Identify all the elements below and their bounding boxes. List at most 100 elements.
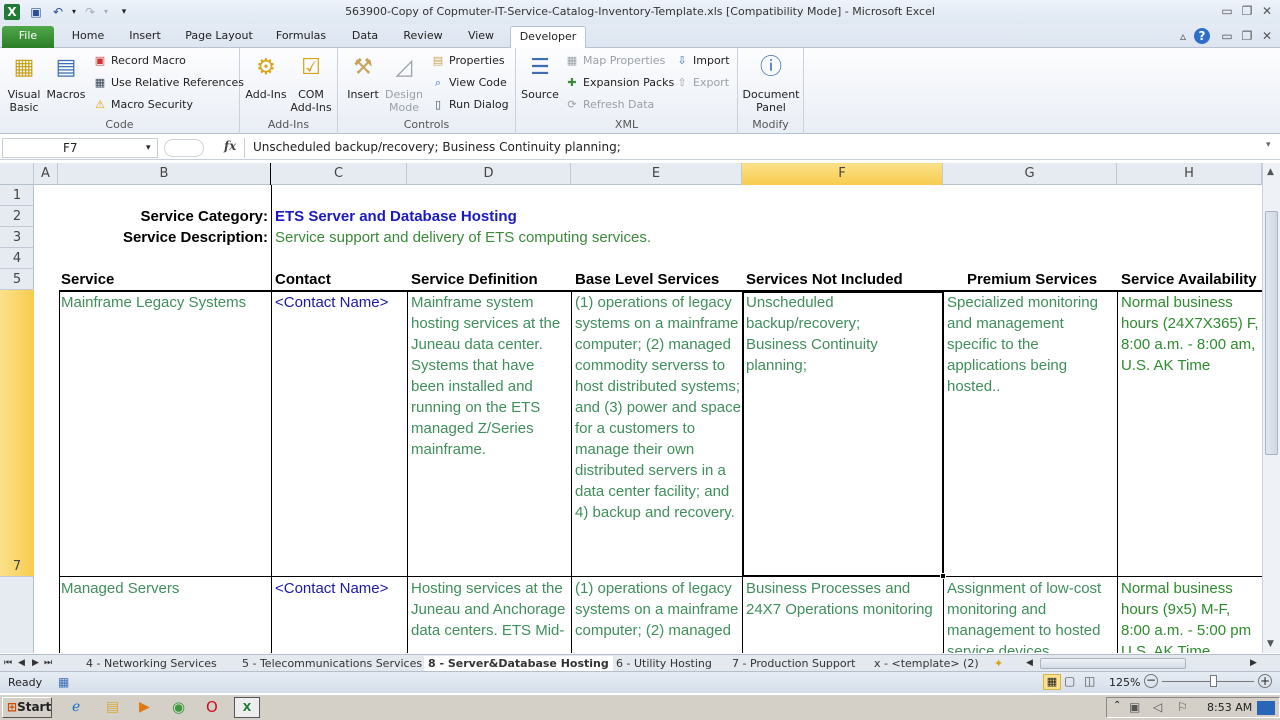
- insert-sheet-icon[interactable]: ✦: [994, 656, 1003, 671]
- workbook-minimize-icon[interactable]: ▭: [1218, 28, 1236, 44]
- row-header-2[interactable]: 2: [0, 206, 34, 227]
- column-header-c[interactable]: C: [271, 163, 407, 185]
- export-button[interactable]: ⇧ Export: [674, 74, 729, 92]
- tab-developer[interactable]: Developer: [510, 26, 586, 49]
- column-header-f[interactable]: F: [742, 163, 943, 185]
- fill-handle[interactable]: [940, 573, 946, 579]
- record-macro-button[interactable]: ▣ Record Macro: [92, 52, 186, 70]
- sheet-tab[interactable]: 6 - Utility Hosting: [616, 656, 712, 671]
- scroll-down-icon[interactable]: ▼: [1267, 639, 1274, 649]
- show-desktop-icon[interactable]: [1257, 701, 1275, 715]
- column-header-a[interactable]: A: [34, 163, 58, 185]
- next-sheet-icon[interactable]: ▶: [32, 656, 39, 671]
- worksheet-grid[interactable]: Service Category: ETS Server and Databas…: [34, 185, 1262, 653]
- view-code-button[interactable]: ⌕ View Code: [430, 74, 507, 92]
- explorer-icon[interactable]: ▤: [106, 699, 119, 715]
- description-value[interactable]: Service support and delivery of ETS comp…: [275, 227, 975, 248]
- formula-expand-handle[interactable]: [164, 139, 204, 157]
- column-header-b[interactable]: B: [58, 163, 271, 185]
- expand-formula-bar-icon[interactable]: ▾: [1266, 140, 1271, 150]
- prev-sheet-icon[interactable]: ◀: [18, 656, 25, 671]
- cell-service-availability[interactable]: Normal business hours (9x5) M-F, 8:00 a.…: [1121, 578, 1262, 653]
- zoom-slider-thumb[interactable]: [1210, 675, 1217, 687]
- category-value[interactable]: ETS Server and Database Hosting: [275, 206, 875, 227]
- row-header-8[interactable]: [0, 577, 34, 653]
- sheet-tab[interactable]: 5 - Telecommunications Services: [242, 656, 422, 671]
- column-header-h[interactable]: H: [1117, 163, 1262, 185]
- design-mode-button[interactable]: ◿ Design Mode: [384, 52, 424, 114]
- zoom-out-icon[interactable]: −: [1144, 674, 1158, 688]
- header-service-availability[interactable]: Service Availability: [1121, 269, 1262, 290]
- minimize-icon[interactable]: ▭: [1218, 3, 1236, 19]
- refresh-data-button[interactable]: ⟳ Refresh Data: [564, 96, 654, 114]
- macro-security-button[interactable]: ⚠ Macro Security: [92, 96, 193, 114]
- relative-references-button[interactable]: ▦ Use Relative References: [92, 74, 244, 92]
- normal-view-icon[interactable]: ▦: [1043, 674, 1061, 690]
- cell-service-definition[interactable]: Mainframe system hosting services at the…: [411, 292, 571, 576]
- cell-base-level-services[interactable]: (1) operations of legacy systems on a ma…: [575, 578, 742, 653]
- macro-recording-icon[interactable]: ▦: [58, 675, 69, 689]
- row-header-7[interactable]: 7: [0, 290, 34, 577]
- ie-icon[interactable]: ℯ: [72, 699, 80, 715]
- zoom-in-icon[interactable]: +: [1258, 674, 1272, 688]
- cell-service-definition[interactable]: Hosting services at the Juneau and Ancho…: [411, 578, 571, 653]
- name-box[interactable]: F7 ▾: [2, 138, 158, 158]
- vertical-scrollbar[interactable]: ▲ ▼: [1262, 163, 1280, 653]
- zoom-level[interactable]: 125%: [1109, 676, 1140, 689]
- excel-taskbar-icon[interactable]: X: [234, 697, 260, 718]
- cell-premium-services[interactable]: Specialized monitoring and management sp…: [947, 292, 1117, 576]
- sheet-tab[interactable]: 7 - Production Support: [732, 656, 855, 671]
- vertical-scroll-thumb[interactable]: [1265, 211, 1278, 455]
- insert-control-button[interactable]: ⚒ Insert: [344, 52, 382, 101]
- cell-service[interactable]: Managed Servers: [61, 578, 269, 599]
- minimize-ribbon-icon[interactable]: ▵: [1174, 28, 1192, 44]
- cell-base-level-services[interactable]: (1) operations of legacy systems on a ma…: [575, 292, 742, 576]
- tab-review[interactable]: Review: [396, 26, 450, 48]
- network-icon[interactable]: ▣: [1129, 700, 1140, 714]
- sheet-tab[interactable]: x - <template> (2): [874, 656, 979, 671]
- show-hidden-icons-icon[interactable]: ⌃: [1113, 700, 1121, 711]
- document-panel-button[interactable]: ⓘ Document Panel: [740, 52, 802, 114]
- page-layout-view-icon[interactable]: ▢: [1064, 674, 1075, 688]
- cell-premium-services[interactable]: Assignment of low-cost monitoring and ma…: [947, 578, 1117, 653]
- tab-home[interactable]: Home: [64, 26, 112, 48]
- workbook-close-icon[interactable]: ✕: [1258, 28, 1276, 44]
- properties-button[interactable]: ▤ Properties: [430, 52, 505, 70]
- run-dialog-button[interactable]: ▯ Run Dialog: [430, 96, 509, 114]
- start-button[interactable]: ⊞Start: [2, 697, 52, 718]
- cell-services-not-included[interactable]: Unscheduled backup/recovery; Business Co…: [746, 292, 924, 576]
- column-header-g[interactable]: G: [943, 163, 1117, 185]
- header-service-definition[interactable]: Service Definition: [411, 269, 571, 290]
- row-header-4[interactable]: 4: [0, 248, 34, 269]
- tab-insert[interactable]: Insert: [122, 26, 168, 48]
- cell-services-not-included[interactable]: Business Processes and 24X7 Operations m…: [746, 578, 936, 653]
- close-icon[interactable]: ✕: [1258, 3, 1276, 19]
- cell-contact[interactable]: <Contact Name>: [275, 578, 405, 599]
- action-center-flag-icon[interactable]: ⚐: [1177, 700, 1188, 714]
- header-contact[interactable]: Contact: [275, 269, 405, 290]
- expansion-packs-button[interactable]: ✚ Expansion Packs: [564, 74, 674, 92]
- source-button[interactable]: ☰ Source: [520, 52, 560, 101]
- workbook-restore-icon[interactable]: ❐: [1238, 28, 1256, 44]
- media-player-icon[interactable]: ▶: [139, 699, 150, 715]
- row-header-5[interactable]: 5: [0, 269, 34, 290]
- select-all-corner[interactable]: [0, 163, 34, 185]
- map-properties-button[interactable]: ▦ Map Properties: [564, 52, 666, 70]
- opera-icon[interactable]: O: [206, 698, 218, 716]
- hscroll-right-icon[interactable]: ▶: [1250, 656, 1257, 671]
- restore-icon[interactable]: ❐: [1238, 3, 1256, 19]
- macros-button[interactable]: ▤ Macros: [46, 52, 86, 101]
- header-service[interactable]: Service: [61, 269, 269, 290]
- horizontal-scroll-thumb[interactable]: [1040, 658, 1186, 669]
- insert-function-icon[interactable]: fx: [224, 139, 236, 153]
- tab-formulas[interactable]: Formulas: [268, 26, 334, 48]
- com-addins-button[interactable]: ☑ COM Add-Ins: [288, 52, 334, 114]
- row-header-3[interactable]: 3: [0, 227, 34, 248]
- hscroll-left-icon[interactable]: ◀: [1026, 656, 1033, 671]
- tab-view[interactable]: View: [460, 26, 502, 48]
- header-base-level-services[interactable]: Base Level Services: [575, 269, 743, 290]
- help-icon[interactable]: ?: [1194, 28, 1210, 44]
- zoom-slider-track[interactable]: [1162, 681, 1254, 682]
- formula-input[interactable]: Unscheduled backup/recovery; Business Co…: [244, 138, 1264, 158]
- header-premium-services[interactable]: Premium Services: [947, 269, 1117, 290]
